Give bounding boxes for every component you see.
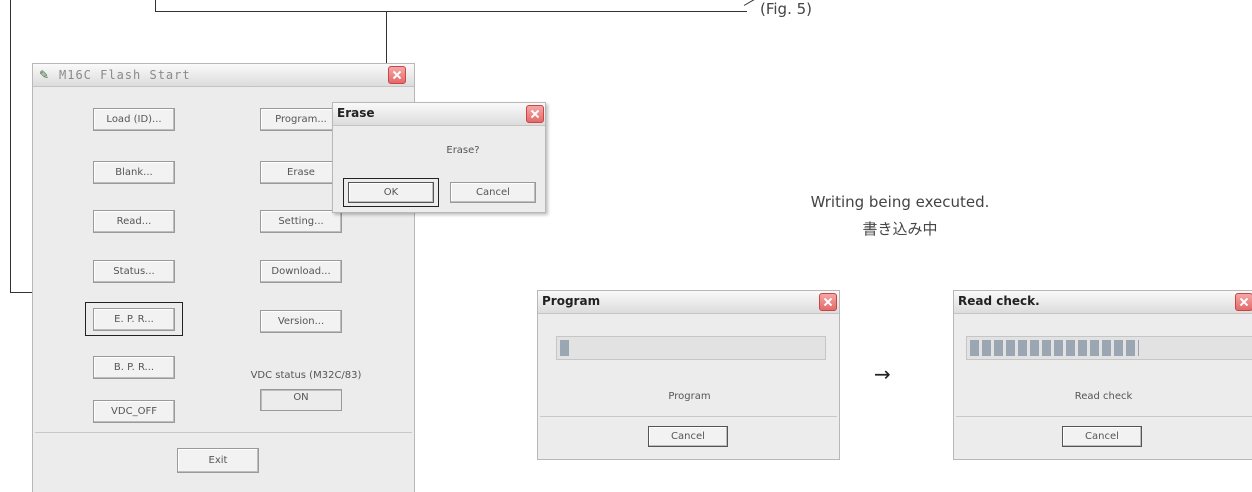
readcheck-dialog: Read check. Read check Cancel [953,290,1252,460]
arrow-icon: → [874,362,891,386]
status-button[interactable]: Status... [93,260,175,283]
main-window-separator [35,432,412,433]
blank-button[interactable]: Blank... [93,161,175,184]
program-status-text: Program [668,391,711,402]
program-progress-fill [560,340,570,356]
program-dialog-separator [540,416,837,417]
cancel-button[interactable]: Cancel [450,182,536,203]
caption-en: Writing being executed. [810,193,990,211]
caption-ja: 書き込み中 [862,220,938,238]
ok-button[interactable]: OK [348,182,434,203]
program-button[interactable]: Program... [260,108,342,131]
bpr-button[interactable]: B. P. R... [93,356,175,379]
main-window-titlebar[interactable]: ✎ M16C Flash Start [33,64,414,87]
erase-dialog-message: Erase? [446,145,480,156]
vdc-status-value: ON [260,389,342,411]
leader-line-outer-vertical [10,0,11,292]
program-progress-bar [556,336,826,360]
vdc-off-button[interactable]: VDC_OFF [93,400,175,423]
leader-line-top-horizontal [155,11,747,12]
download-button[interactable]: Download... [260,260,342,283]
readcheck-progress-bar [966,336,1252,360]
readcheck-cancel-button[interactable]: Cancel [1062,426,1142,447]
leader-line-top-right-slant [743,0,755,6]
vdc-status-label: VDC status (M32C/83) [250,370,362,381]
close-icon[interactable] [1235,293,1252,311]
figure-label: (Fig. 5) [760,0,813,18]
readcheck-dialog-title: Read check. [958,294,1040,308]
program-dialog: Program Program Cancel [537,290,840,460]
setting-button[interactable]: Setting... [260,210,342,233]
program-cancel-button[interactable]: Cancel [648,426,728,447]
readcheck-status-text: Read check [1074,391,1133,402]
erase-dialog-title: Erase [337,106,375,120]
readcheck-progress-fill [970,340,1139,356]
leader-line-top-left-vertical [155,0,156,12]
close-icon[interactable] [819,293,837,311]
read-button[interactable]: Read... [93,210,175,233]
app-logo-icon: ✎ [39,68,50,82]
erase-dialog-titlebar[interactable]: Erase [333,103,545,126]
epr-button[interactable]: E. P. R... [93,308,175,331]
readcheck-dialog-titlebar[interactable]: Read check. [954,291,1252,314]
main-window-title: M16C Flash Start [59,68,191,82]
erase-dialog: Erase Erase? OK Cancel [332,102,546,213]
exit-button[interactable]: Exit [177,448,259,473]
version-button[interactable]: Version... [260,310,342,333]
load-button[interactable]: Load (ID)... [93,108,175,131]
vdc-status-text: ON [293,392,309,403]
readcheck-dialog-separator [956,416,1252,417]
erase-button[interactable]: Erase [260,161,342,184]
close-icon[interactable] [388,66,406,84]
program-dialog-titlebar[interactable]: Program [538,291,839,314]
close-icon[interactable] [526,105,544,123]
program-dialog-title: Program [542,294,601,308]
